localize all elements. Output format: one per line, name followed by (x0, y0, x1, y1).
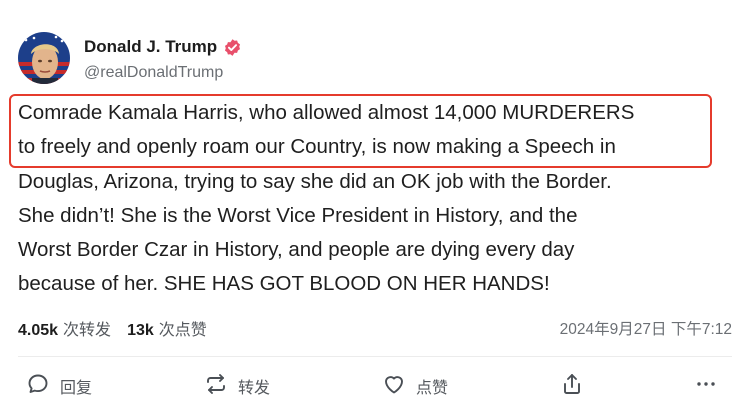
repost-count-label: 次转发 (63, 322, 112, 339)
post-text-line: to freely and openly roam our Country, i… (18, 135, 616, 159)
reply-icon (26, 372, 50, 401)
heart-icon (382, 372, 406, 401)
like-label: 点赞 (416, 380, 449, 397)
share-icon (560, 372, 584, 401)
like-button[interactable]: 点赞 (382, 370, 448, 402)
repost-count: 4.05k (18, 322, 59, 339)
like-stat[interactable]: 13k 次点赞 (127, 316, 207, 340)
like-count: 13k (127, 322, 154, 339)
post-card: Donald J. Trump @realDonaldTrump Comrade… (0, 0, 750, 404)
repost-label: 转发 (238, 380, 271, 397)
post-header: Donald J. Trump @realDonaldTrump (18, 30, 242, 86)
post-text-line: because of her. SHE HAS GOT BLOOD ON HER… (18, 272, 550, 296)
more-options-icon (694, 372, 718, 401)
more-options-button[interactable] (694, 370, 718, 402)
reply-button[interactable]: 回复 (26, 370, 92, 402)
post-text-line: Douglas, Arizona, trying to say she did … (18, 169, 612, 193)
post-stats: 4.05k 次转发 13k 次点赞 2024年9月27日 下午7:12 (18, 314, 732, 342)
repost-button[interactable]: 转发 (204, 370, 270, 402)
post-text-line: Comrade Kamala Harris, who allowed almos… (18, 101, 635, 124)
post-body: Comrade Kamala Harris, who allowed almos… (18, 96, 732, 302)
reply-label: 回复 (60, 380, 93, 397)
post-text-line: Worst Border Czar in History, and people… (18, 238, 575, 262)
avatar[interactable] (18, 32, 70, 84)
post-timestamp: 2024年9月27日 下午7:12 (559, 321, 732, 338)
repost-stat[interactable]: 4.05k 次转发 (18, 316, 111, 340)
share-button[interactable] (560, 370, 584, 402)
author-name[interactable]: Donald J. Trump (84, 37, 217, 57)
author-info: Donald J. Trump @realDonaldTrump (84, 34, 242, 82)
repost-icon (204, 372, 228, 401)
like-count-label: 次点赞 (158, 322, 207, 339)
author-handle[interactable]: @realDonaldTrump (84, 64, 242, 82)
action-bar: 回复 转发 点赞 (0, 370, 750, 404)
verified-badge-icon (223, 38, 242, 57)
divider (18, 356, 732, 357)
post-text-line: She didn’t! She is the Worst Vice Presid… (18, 203, 578, 227)
author-name-row: Donald J. Trump (84, 34, 242, 60)
